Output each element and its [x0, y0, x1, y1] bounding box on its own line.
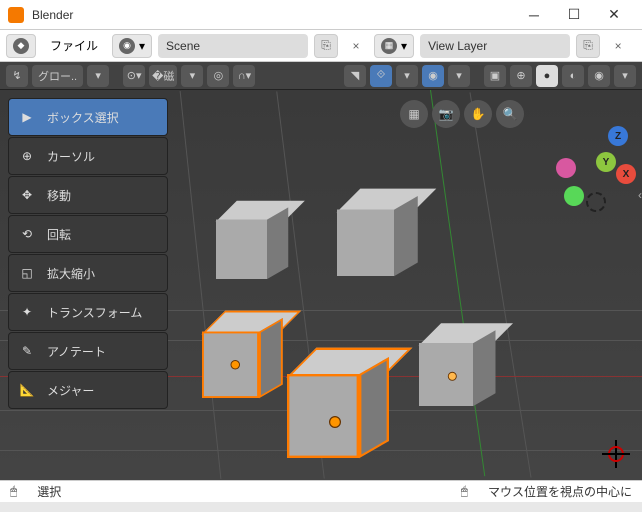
- delete-viewlayer-button[interactable]: ×: [606, 34, 630, 58]
- gizmo-neg-z[interactable]: [586, 192, 606, 212]
- snap-dropdown[interactable]: ▾: [181, 65, 203, 87]
- sidebar-toggle[interactable]: ‹: [638, 188, 642, 202]
- scale-icon: ◱: [17, 263, 37, 283]
- tool-label: メジャー: [47, 382, 94, 399]
- camera-view-icon[interactable]: 📷: [432, 100, 460, 128]
- delete-scene-button[interactable]: ×: [344, 34, 368, 58]
- nav-gizmo[interactable]: Z Y X: [574, 130, 634, 190]
- transform-icon: ✦: [17, 302, 37, 322]
- gizmo-x[interactable]: X: [616, 164, 636, 184]
- gizmo-neg-y[interactable]: [564, 186, 584, 206]
- minimize-button[interactable]: ─: [514, 1, 554, 29]
- cube-object[interactable]: [216, 211, 284, 279]
- shading-solid[interactable]: ●: [536, 65, 558, 87]
- shading-rendered[interactable]: ◉: [588, 65, 610, 87]
- gizmo-toggle[interactable]: ⟐: [370, 65, 392, 87]
- proportional-dropdown[interactable]: ∩▾: [233, 65, 255, 87]
- new-viewlayer-button[interactable]: ⎘: [576, 34, 600, 58]
- annotate-icon: ✎: [17, 341, 37, 361]
- xray-toggle[interactable]: ▣: [484, 65, 506, 87]
- scene-name-field[interactable]: [158, 34, 308, 58]
- move-icon: ✥: [17, 185, 37, 205]
- gizmo-z[interactable]: Z: [608, 126, 628, 146]
- tool-label: 移動: [47, 187, 71, 204]
- new-scene-button[interactable]: ⎘: [314, 34, 338, 58]
- cube-object-active[interactable]: [287, 362, 383, 458]
- tool-move[interactable]: ✥ 移動: [8, 176, 168, 214]
- snap-toggle[interactable]: �磁: [149, 65, 177, 87]
- tool-label: 拡大縮小: [47, 265, 95, 282]
- select-visible-toggle[interactable]: ◥: [344, 65, 366, 87]
- tool-label: カーソル: [47, 148, 95, 165]
- blender-logo-icon: [8, 7, 24, 23]
- tool-measure[interactable]: 📐 メジャー: [8, 371, 168, 409]
- blender-menu-icon[interactable]: ◆: [6, 34, 36, 58]
- maximize-button[interactable]: ☐: [554, 1, 594, 29]
- proportional-toggle[interactable]: ◎: [207, 65, 229, 87]
- rotate-icon: ⟲: [17, 224, 37, 244]
- orientation-dropdown[interactable]: ↯: [6, 65, 28, 87]
- gizmo-y[interactable]: Y: [596, 152, 616, 172]
- tool-box-select[interactable]: ▶ ボックス選択: [8, 98, 168, 136]
- status-left: 選択: [37, 483, 61, 500]
- cube-object-selected[interactable]: [202, 322, 278, 398]
- status-right: マウス位置を視点の中心に: [488, 483, 632, 500]
- orientation-chevron-icon[interactable]: ▾: [87, 65, 109, 87]
- tool-label: 回転: [47, 226, 71, 243]
- orientation-label[interactable]: グロー..: [32, 65, 83, 87]
- shading-dropdown[interactable]: ▾: [614, 65, 636, 87]
- overlay-toggle[interactable]: ◉: [422, 65, 444, 87]
- zoom-icon[interactable]: 🔍: [496, 100, 524, 128]
- cube-object[interactable]: [337, 200, 413, 276]
- tool-annotate[interactable]: ✎ アノテート: [8, 332, 168, 370]
- origin-icon: [329, 416, 341, 428]
- 3d-cursor-icon: [602, 440, 630, 468]
- origin-icon: [448, 372, 457, 381]
- viewlayer-browse-button[interactable]: ▦▾: [374, 34, 414, 58]
- cube-object[interactable]: [419, 334, 491, 406]
- tool-label: アノテート: [47, 343, 106, 360]
- 3d-viewport[interactable]: ▦ 📷 ✋ 🔍 Z Y X ▶ ボックス選択 ⊕ カーソル ✥ 移動 ⟲ 回転 ◱ 拡大縮…: [0, 90, 642, 480]
- tool-rotate[interactable]: ⟲ 回転: [8, 215, 168, 253]
- camera-grid-icon[interactable]: ▦: [400, 100, 428, 128]
- viewlayer-name-field[interactable]: [420, 34, 570, 58]
- pivot-dropdown[interactable]: ⊙▾: [123, 65, 145, 87]
- tool-scale[interactable]: ◱ 拡大縮小: [8, 254, 168, 292]
- tool-label: トランスフォーム: [47, 304, 142, 321]
- mouse-icon: 🖱: [10, 484, 17, 499]
- shading-wireframe[interactable]: ⊕: [510, 65, 532, 87]
- mouse-icon: 🖱: [461, 484, 468, 499]
- overlay-dropdown[interactable]: ▾: [448, 65, 470, 87]
- pan-icon[interactable]: ✋: [464, 100, 492, 128]
- tool-label: ボックス選択: [47, 109, 119, 126]
- tool-transform[interactable]: ✦ トランスフォーム: [8, 293, 168, 331]
- scene-browse-button[interactable]: ◉▾: [112, 34, 152, 58]
- box-select-icon: ▶: [17, 107, 37, 127]
- gizmo-dropdown[interactable]: ▾: [396, 65, 418, 87]
- cursor-icon: ⊕: [17, 146, 37, 166]
- measure-icon: 📐: [17, 380, 37, 400]
- gizmo-neg-x[interactable]: [556, 158, 576, 178]
- tool-cursor[interactable]: ⊕ カーソル: [8, 137, 168, 175]
- tool-panel: ▶ ボックス選択 ⊕ カーソル ✥ 移動 ⟲ 回転 ◱ 拡大縮小 ✦ トランスフォーム ✎ ア…: [8, 98, 168, 410]
- shading-material[interactable]: ◐: [562, 65, 584, 87]
- close-button[interactable]: ✕: [594, 1, 634, 29]
- window-title: Blender: [32, 8, 514, 22]
- origin-icon: [231, 360, 241, 370]
- file-menu[interactable]: ファイル: [42, 37, 106, 54]
